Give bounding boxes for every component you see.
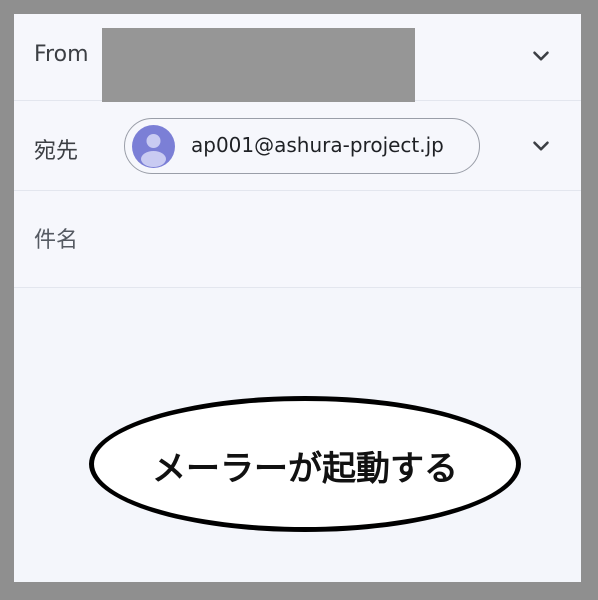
recipient-chip[interactable]: ap001@ashura-project.jp bbox=[124, 118, 480, 174]
to-label: 宛先 bbox=[34, 139, 79, 164]
annotation-text: メーラーが起動する bbox=[152, 449, 458, 489]
chevron-down-icon[interactable] bbox=[528, 133, 554, 159]
chevron-down-icon[interactable] bbox=[528, 43, 554, 69]
avatar bbox=[132, 125, 175, 168]
redacted-sender bbox=[102, 28, 415, 102]
subject-label: 件名 bbox=[34, 228, 79, 253]
compose-panel: From 宛先 ap001@ashura-project.jp 件名 メーラーが… bbox=[14, 14, 581, 582]
person-icon bbox=[141, 134, 166, 167]
recipient-email: ap001@ashura-project.jp bbox=[191, 133, 444, 157]
annotation-callout: メーラーが起動する bbox=[89, 396, 521, 532]
subject-field[interactable] bbox=[14, 191, 581, 288]
from-label: From bbox=[34, 42, 89, 67]
